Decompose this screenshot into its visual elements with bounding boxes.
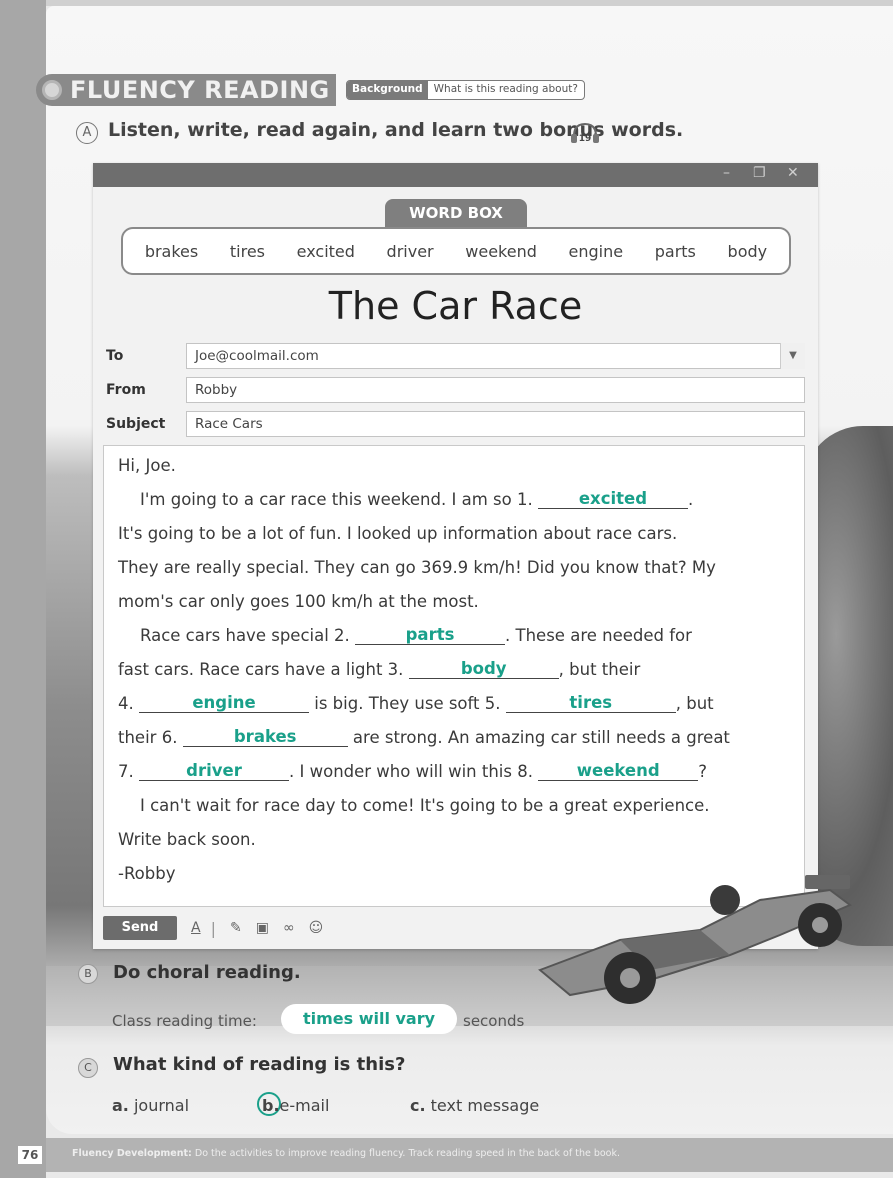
email-title: The Car Race xyxy=(328,284,583,328)
restore-icon[interactable]: ❐ xyxy=(753,165,766,181)
section-a-letter: A xyxy=(76,122,98,144)
body-line: Race cars have special 2. parts. These a… xyxy=(140,625,692,645)
reading-time-unit: seconds xyxy=(463,1012,525,1030)
page-binding-bar xyxy=(0,0,46,1178)
audio-track-number: 19 xyxy=(579,134,592,144)
reading-time-label: Class reading time: xyxy=(112,1012,257,1030)
body-line: 4. engine is big. They use soft 5. tires… xyxy=(118,693,714,713)
send-button[interactable]: Send xyxy=(103,916,177,940)
option-c[interactable]: c. text message xyxy=(410,1096,539,1115)
page-number: 76 xyxy=(18,1146,42,1164)
section-c-letter: C xyxy=(78,1058,98,1078)
minimize-icon[interactable]: – xyxy=(723,165,730,181)
email-toolbar: Send A | ✎ ▣ ∞ ☺ xyxy=(103,915,323,941)
email-body[interactable]: Hi, Joe. I'm going to a car race this we… xyxy=(103,445,805,907)
from-field[interactable]: Robby xyxy=(186,377,805,403)
text-format-icon[interactable]: A xyxy=(191,920,201,936)
body-line: They are really special. They can go 369… xyxy=(118,558,716,577)
word-box: brakes tires excited driver weekend engi… xyxy=(121,227,791,275)
background-question: What is this reading about? xyxy=(433,83,578,95)
toolbar-divider: | xyxy=(210,918,216,938)
image-icon[interactable]: ▣ xyxy=(256,920,269,936)
word-box-word: body xyxy=(727,241,768,261)
word-box-word: brakes xyxy=(144,241,199,261)
to-field[interactable]: Joe@coolmail.com xyxy=(186,343,805,369)
answer-blank-2[interactable]: parts xyxy=(355,625,506,645)
body-line: Write back soon. xyxy=(118,830,256,849)
body-line: I can't wait for race day to come! It's … xyxy=(140,796,710,815)
body-line: It's going to be a lot of fun. I looked … xyxy=(118,524,678,543)
word-box-word: engine xyxy=(568,241,624,261)
audio-track-icon[interactable]: 19 xyxy=(568,120,602,146)
paperclip-icon[interactable]: ✎ xyxy=(230,920,242,936)
close-icon[interactable]: ✕ xyxy=(787,165,799,181)
section-title: FLUENCY READING xyxy=(70,76,330,104)
body-line: Hi, Joe. xyxy=(118,456,176,475)
body-line: -Robby xyxy=(118,864,176,883)
body-line: fast cars. Race cars have a light 3. bod… xyxy=(118,659,641,679)
header-bullet-icon xyxy=(42,80,62,100)
option-a[interactable]: a. journal xyxy=(112,1096,189,1115)
to-dropdown-icon[interactable]: ▼ xyxy=(780,343,805,369)
answer-blank-6[interactable]: brakes xyxy=(182,727,348,747)
body-line: their 6. brakes are strong. An amazing c… xyxy=(118,727,730,747)
word-box-label: WORD BOX xyxy=(385,199,527,227)
option-b[interactable]: b.e-mail xyxy=(262,1096,329,1115)
answer-blank-4[interactable]: engine xyxy=(139,693,309,713)
body-line: 7. driver. I wonder who will win this 8.… xyxy=(118,761,707,781)
word-box-word: excited xyxy=(296,241,355,261)
answer-blank-3[interactable]: body xyxy=(408,659,559,679)
answer-blank-7[interactable]: driver xyxy=(139,761,289,781)
section-c-question: What kind of reading is this? xyxy=(113,1054,406,1075)
word-box-word: tires xyxy=(229,241,265,261)
window-titlebar: – ❐ ✕ xyxy=(93,163,818,187)
background-badge: Background xyxy=(347,81,428,99)
from-label: From xyxy=(106,382,146,398)
word-box-word: parts xyxy=(654,241,696,261)
answer-blank-5[interactable]: tires xyxy=(505,693,676,713)
section-b-instruction: Do choral reading. xyxy=(113,962,301,983)
race-car-illustration xyxy=(538,875,852,1004)
answer-blank-1[interactable]: excited xyxy=(537,489,688,509)
subject-field[interactable]: Race Cars xyxy=(186,411,805,437)
word-box-word: driver xyxy=(386,241,434,261)
section-b-letter: B xyxy=(78,964,98,984)
to-label: To xyxy=(106,348,124,364)
footer-note: Fluency Development: Do the activities t… xyxy=(72,1148,621,1159)
reading-time-field[interactable]: times will vary xyxy=(281,1004,457,1034)
body-line: mom's car only goes 100 km/h at the most… xyxy=(118,592,479,611)
answer-blank-8[interactable]: weekend xyxy=(538,761,699,781)
body-line: I'm going to a car race this weekend. I … xyxy=(140,489,694,509)
background-tag: Background What is this reading about? xyxy=(346,80,585,100)
emoji-icon[interactable]: ☺ xyxy=(309,920,324,936)
word-box-word: weekend xyxy=(465,241,537,261)
link-icon[interactable]: ∞ xyxy=(283,920,295,936)
subject-label: Subject xyxy=(106,416,166,432)
